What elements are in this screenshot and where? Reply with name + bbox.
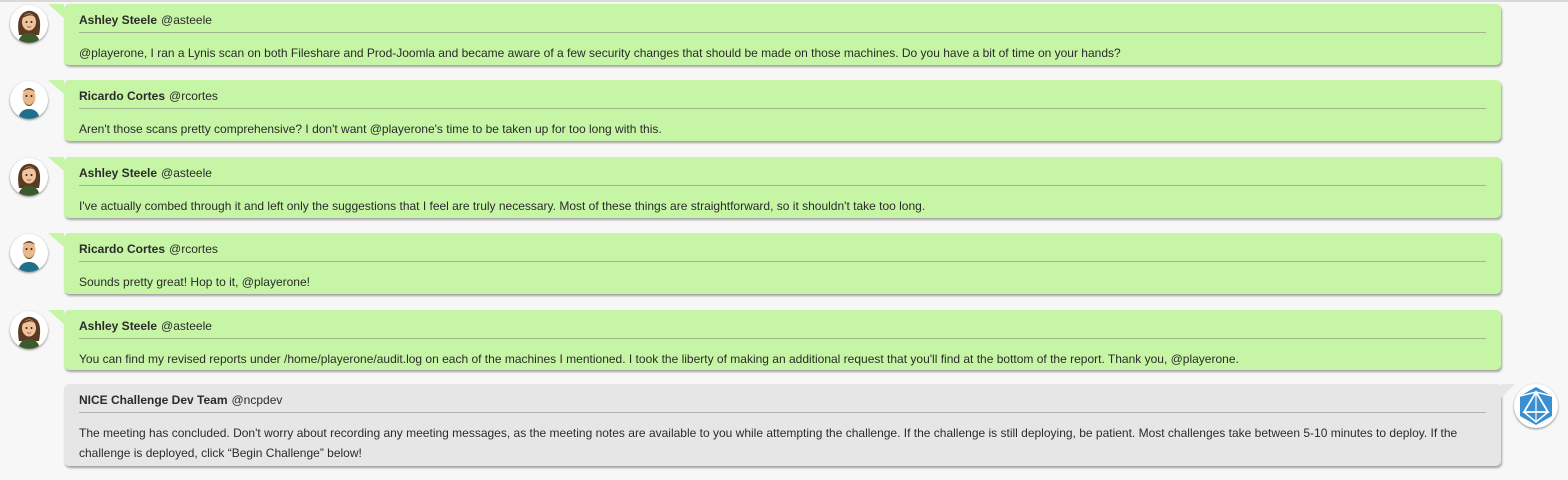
sender-name: Ricardo Cortes	[79, 242, 166, 256]
sender-handle: @ncpdev	[231, 393, 283, 407]
ricardo-avatar	[10, 81, 48, 119]
sender-name: Ashley Steele	[79, 319, 158, 333]
message-header: NICE Challenge Dev Team @ncpdev	[79, 392, 1486, 413]
message-bubble: Ashley Steele @asteele You can find my re…	[48, 310, 1501, 370]
message-text: Sounds pretty great! Hop to it, @playero…	[79, 275, 310, 289]
message-text: The meeting has concluded. Don't worry a…	[79, 426, 1458, 460]
nice-logo-icon	[1514, 384, 1558, 428]
message-bubble: NICE Challenge Dev Team @ncpdev The meeti…	[64, 384, 1515, 466]
sender-name: Ashley Steele	[79, 13, 158, 27]
top-divider	[0, 0, 1568, 2]
sender-name: Ashley Steele	[79, 166, 158, 180]
sender-handle: @asteele	[161, 13, 212, 27]
message-text: Aren't those scans pretty comprehensive?…	[79, 122, 662, 136]
sender-handle: @rcortes	[169, 242, 218, 256]
message-bubble: Ashley Steele @asteele I've actually comb…	[48, 157, 1501, 218]
message-bubble: Ricardo Cortes @rcortes Aren't those scan…	[48, 80, 1501, 141]
message-header: Ashley Steele @asteele	[79, 318, 1486, 339]
message-text: @playerone, I ran a Lynis scan on both F…	[79, 46, 1121, 60]
sender-name: Ricardo Cortes	[79, 89, 166, 103]
sender-handle: @rcortes	[169, 89, 218, 103]
ashley-avatar	[10, 5, 48, 43]
sender-handle: @asteele	[161, 166, 212, 180]
message-header: Ricardo Cortes @rcortes	[79, 88, 1486, 109]
sender-name: NICE Challenge Dev Team	[79, 393, 228, 407]
message-text: You can find my revised reports under /h…	[79, 352, 1239, 366]
ashley-avatar	[10, 158, 48, 196]
ricardo-avatar	[10, 234, 48, 272]
message-header: Ashley Steele @asteele	[79, 165, 1486, 186]
ashley-avatar	[10, 311, 48, 349]
message-bubble: Ashley Steele @asteele @playerone, I ran …	[48, 4, 1501, 65]
message-bubble: Ricardo Cortes @rcortes Sounds pretty gre…	[48, 233, 1501, 294]
message-header: Ashley Steele @asteele	[79, 12, 1486, 33]
message-text: I've actually combed through it and left…	[79, 199, 926, 213]
sender-handle: @asteele	[161, 319, 212, 333]
message-header: Ricardo Cortes @rcortes	[79, 241, 1486, 262]
